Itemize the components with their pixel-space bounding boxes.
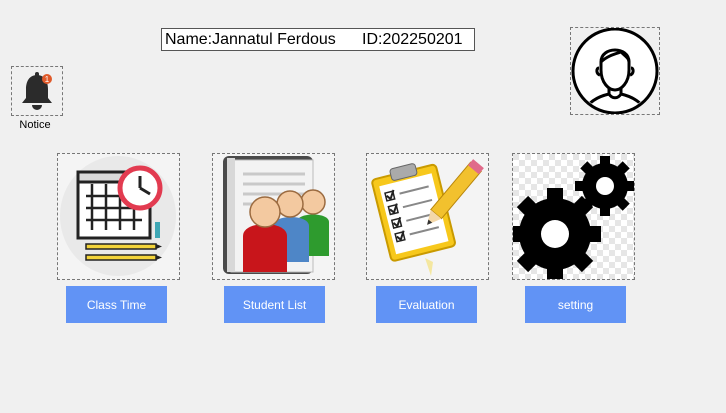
bell-icon: 1 <box>22 72 52 110</box>
class-time-tile[interactable] <box>57 153 180 280</box>
students-book-icon <box>223 156 329 274</box>
evaluation-tile[interactable] <box>366 153 489 280</box>
evaluation-button[interactable]: Evaluation <box>376 286 477 323</box>
notice-badge: 1 <box>45 75 50 84</box>
clipboard-checklist-icon <box>371 159 484 276</box>
setting-button[interactable]: setting <box>525 286 626 323</box>
student-list-button[interactable]: Student List <box>224 286 325 323</box>
class-time-button[interactable]: Class Time <box>66 286 167 323</box>
student-list-tile[interactable] <box>212 153 335 280</box>
notice-button[interactable]: 1 <box>11 66 63 116</box>
setting-tile[interactable] <box>512 153 635 280</box>
student-name: Name:Jannatul Ferdous <box>165 31 336 48</box>
user-avatar-icon <box>571 27 659 115</box>
notice-label: Notice <box>19 119 51 131</box>
student-id: ID:202250201 <box>362 31 463 48</box>
calendar-clock-icon <box>60 156 176 276</box>
student-info-box: Name:Jannatul Ferdous ID:202250201 <box>161 28 475 51</box>
profile-avatar[interactable] <box>570 27 660 115</box>
gears-icon <box>513 154 634 279</box>
